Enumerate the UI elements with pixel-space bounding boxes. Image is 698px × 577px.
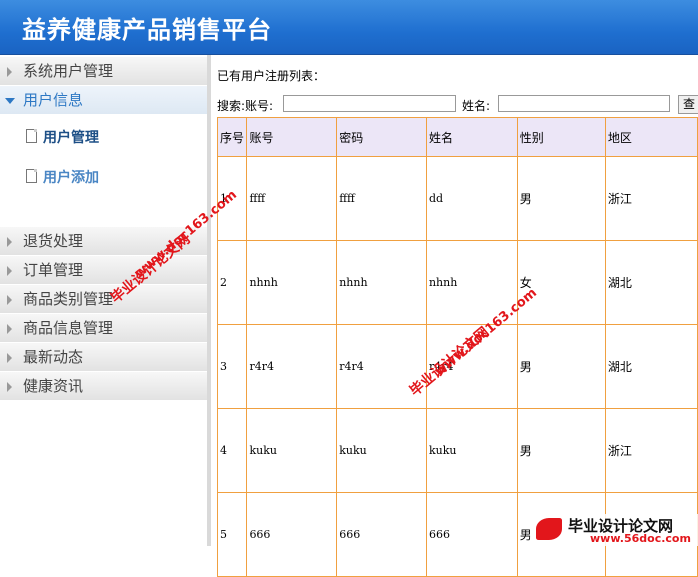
chevron-right-icon bbox=[7, 324, 12, 334]
chevron-right-icon bbox=[7, 237, 12, 247]
name-search-input[interactable] bbox=[498, 95, 670, 112]
cell-account: r4r4 bbox=[246, 324, 338, 409]
subitem-label: 用户添加 bbox=[43, 170, 99, 186]
account-search-input[interactable] bbox=[283, 95, 456, 112]
cell-region: 浙江 bbox=[604, 408, 698, 493]
chevron-right-icon bbox=[7, 266, 12, 276]
cell-gender: 女 bbox=[516, 240, 606, 325]
cell-gender: 男 bbox=[516, 324, 606, 409]
table-row[interactable]: 2 nhnh nhnh nhnh 女 湖北 bbox=[216, 240, 698, 325]
document-icon bbox=[26, 169, 37, 183]
sidebar-item-label: 商品信息管理 bbox=[23, 319, 114, 337]
header-region: 地区 bbox=[604, 117, 698, 157]
sidebar-item-label: 最新动态 bbox=[23, 348, 84, 366]
logo-url: www.56doc.com bbox=[590, 532, 691, 545]
subitem-label: 用户管理 bbox=[43, 130, 99, 146]
cell-name: nhnh bbox=[425, 240, 518, 325]
sidebar-item-orders[interactable]: 订单管理 bbox=[0, 256, 207, 285]
cell-region: 湖北 bbox=[604, 324, 698, 409]
sidebar-item-label: 系统用户管理 bbox=[23, 62, 114, 80]
table-row[interactable]: 1 ffff ffff dd 男 浙江 bbox=[216, 156, 698, 241]
cell-name: r4r4 bbox=[425, 324, 518, 409]
sidebar-item-system-users[interactable]: 系统用户管理 bbox=[0, 57, 207, 86]
cell-account: 666 bbox=[246, 492, 338, 577]
cell-index: 5 bbox=[216, 492, 248, 577]
chevron-right-icon bbox=[7, 353, 12, 363]
cell-account: ffff bbox=[246, 156, 338, 241]
cell-password: nhnh bbox=[336, 240, 427, 325]
header-password: 密码 bbox=[336, 117, 427, 157]
sidebar-item-products[interactable]: 商品信息管理 bbox=[0, 314, 207, 343]
sidebar-item-label: 健康资讯 bbox=[23, 377, 84, 395]
cell-password: r4r4 bbox=[336, 324, 427, 409]
cell-index: 4 bbox=[216, 408, 248, 493]
cell-region: 湖北 bbox=[604, 240, 698, 325]
cell-name: 666 bbox=[425, 492, 518, 577]
table-header-row: 序号 账号 密码 姓名 性别 地区 bbox=[216, 117, 698, 157]
logo-icon bbox=[536, 518, 562, 540]
cell-account: nhnh bbox=[246, 240, 338, 325]
chevron-right-icon bbox=[7, 67, 12, 77]
cell-region: 浙江 bbox=[604, 156, 698, 241]
sidebar-submenu: 用户管理 用户添加 bbox=[0, 115, 207, 227]
table-row[interactable]: 4 kuku kuku kuku 男 浙江 bbox=[216, 408, 698, 493]
document-icon bbox=[26, 129, 37, 143]
cell-account: kuku bbox=[246, 408, 338, 493]
cell-password: ffff bbox=[336, 156, 427, 241]
users-table: 序号 账号 密码 姓名 性别 地区 1 ffff ffff dd 男 浙江 2 … bbox=[216, 117, 698, 577]
header-gender: 性别 bbox=[516, 117, 606, 157]
sidebar-item-label: 退货处理 bbox=[23, 232, 84, 250]
subitem-user-add[interactable]: 用户添加 bbox=[26, 167, 99, 187]
app-header: 益养健康产品销售平台 bbox=[0, 0, 698, 55]
header-name: 姓名 bbox=[425, 117, 518, 157]
chevron-right-icon bbox=[7, 382, 12, 392]
search-button[interactable]: 查 bbox=[678, 95, 698, 114]
account-label: 搜索:账号: bbox=[217, 99, 274, 113]
cell-gender: 男 bbox=[516, 156, 606, 241]
name-label: 姓名: bbox=[462, 99, 491, 113]
watermark-logo: 毕业设计论文网 www.56doc.com bbox=[530, 514, 698, 546]
list-caption: 已有用户注册列表： bbox=[217, 69, 326, 83]
header-account: 账号 bbox=[246, 117, 338, 157]
sidebar-item-returns[interactable]: 退货处理 bbox=[0, 227, 207, 256]
sidebar-item-label: 用户信息 bbox=[23, 91, 84, 109]
sidebar-item-health-info[interactable]: 健康资讯 bbox=[0, 372, 207, 401]
main-content: 已有用户注册列表： 搜索:账号: 姓名: 查 序号 账号 密码 姓名 性别 地区… bbox=[211, 55, 698, 577]
cell-name: kuku bbox=[425, 408, 518, 493]
cell-password: kuku bbox=[336, 408, 427, 493]
sidebar-item-news[interactable]: 最新动态 bbox=[0, 343, 207, 372]
sidebar: 系统用户管理 用户信息 用户管理 用户添加 退货处理 订单管理 商品类别管理 商… bbox=[0, 55, 211, 546]
cell-name: dd bbox=[425, 156, 518, 241]
app-title: 益养健康产品销售平台 bbox=[22, 15, 272, 44]
subitem-user-manage[interactable]: 用户管理 bbox=[26, 127, 99, 147]
chevron-right-icon bbox=[7, 295, 12, 305]
cell-index: 2 bbox=[216, 240, 248, 325]
sidebar-item-label: 订单管理 bbox=[23, 261, 84, 279]
cell-password: 666 bbox=[336, 492, 427, 577]
header-index: 序号 bbox=[216, 117, 248, 157]
table-row[interactable]: 3 r4r4 r4r4 r4r4 男 湖北 bbox=[216, 324, 698, 409]
sidebar-item-user-info[interactable]: 用户信息 bbox=[0, 86, 207, 115]
cell-index: 1 bbox=[216, 156, 248, 241]
cell-index: 3 bbox=[216, 324, 248, 409]
cell-gender: 男 bbox=[516, 408, 606, 493]
chevron-down-icon bbox=[5, 98, 15, 104]
sidebar-item-label: 商品类别管理 bbox=[23, 290, 114, 308]
sidebar-item-categories[interactable]: 商品类别管理 bbox=[0, 285, 207, 314]
